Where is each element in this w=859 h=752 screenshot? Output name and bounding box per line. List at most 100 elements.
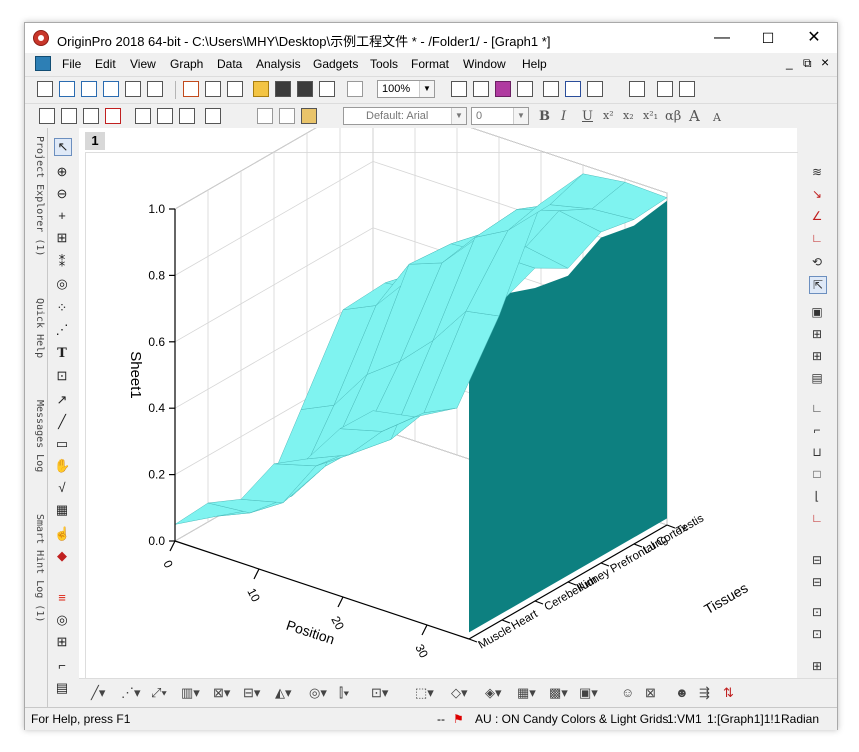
layer-icon[interactable]: ⊡ [54,368,70,384]
quick-help-tab[interactable]: Quick Help [27,298,45,358]
decrease-font-button[interactable]: A [713,111,721,124]
menu-data[interactable]: Data [217,57,242,71]
import-icon[interactable] [319,81,335,97]
copy-icon[interactable] [279,108,295,124]
pointer-icon[interactable]: ↖ [54,138,72,156]
line-plot-icon[interactable]: ╱▾ [91,685,105,701]
contour-icon[interactable]: ▦▾ [517,685,536,701]
add-column-icon[interactable] [39,108,55,124]
save-project-icon[interactable] [275,81,291,97]
hand-icon[interactable]: ✋ [54,458,70,474]
graph-window[interactable]: 1 0.0 0.2 0.4 0.6 0.8 1.0 Sheet1 0 10 20 30 Positio… [79,128,798,679]
messages-log-tab[interactable]: Messages Log [27,400,45,472]
merge-graphs-icon[interactable]: ⊞ [809,326,825,342]
new-layout-icon[interactable] [183,81,199,97]
smiley-icon[interactable]: ☺ [621,685,634,700]
mdi-minimize-button[interactable]: _ [786,56,793,70]
image-plot-icon[interactable]: ▣▾ [579,685,598,701]
line-symbol-plot-icon[interactable]: ⤢▾ [151,685,167,701]
frame-red-icon[interactable]: ∟ [809,510,825,526]
image-profile-icon[interactable]: ⊠ [645,685,656,701]
increase-font-button[interactable]: A [689,107,700,125]
area-plot-icon[interactable]: ◭▾ [275,685,292,701]
template-plot-icon[interactable]: ⊡▾ [371,685,388,701]
subscript-button[interactable]: x₂ [623,109,634,122]
copy-page-icon[interactable] [473,81,489,97]
circle-tool-icon[interactable]: ◎ [54,612,70,628]
menu-analysis[interactable]: Analysis [256,57,301,71]
clear-worksheet-icon[interactable] [105,108,121,124]
bracket-tool-icon[interactable]: ⌐ [54,658,70,674]
new-matrix-icon[interactable] [103,81,119,97]
mdi-restore-button[interactable]: ⧉ [803,56,812,71]
column-plot-icon[interactable]: ▥▾ [181,685,200,701]
transpose-icon[interactable] [205,108,221,124]
frame-ticks-icon[interactable]: ⌊ [809,488,825,504]
frame-top-icon[interactable]: ⌐ [809,422,825,438]
project-explorer-tab[interactable]: Project Explorer (1) [27,136,45,256]
data-selector-icon[interactable]: ⁑ [54,254,70,270]
mask-face-icon[interactable]: ☻ [675,685,689,700]
arrow-tool-icon[interactable]: ↗ [54,392,70,408]
table-tool-icon[interactable]: ▤ [54,680,70,696]
distribute-icon[interactable]: ⊡ [809,604,825,620]
line-tool-icon[interactable]: ╱ [54,414,70,430]
chevron-down-icon[interactable]: ▼ [451,108,466,124]
color-scale-icon[interactable]: ◆ [54,548,70,564]
refresh-icon[interactable] [495,81,511,97]
angle-unit-status[interactable]: Radian [781,712,819,726]
rotate-icon[interactable]: ◎ [54,276,70,292]
align-center-icon[interactable]: ⊟ [809,574,825,590]
data-reader-icon[interactable]: ⊞ [54,230,70,246]
chevron-down-icon[interactable]: ▼ [513,108,528,124]
open-icon[interactable] [227,81,243,97]
stack-icon[interactable]: ≋ [809,164,825,180]
menu-window[interactable]: Window [463,57,506,71]
surface-plot[interactable]: 0.00.20.40.60.81.0Sheet10102030Position M… [79,128,797,678]
data-arrow-icon[interactable]: ⇶ [699,685,710,701]
flag-icon[interactable]: ⚑ [453,712,464,726]
column-values-icon[interactable] [83,108,99,124]
unstack-columns-icon[interactable] [157,108,173,124]
font-select[interactable]: Default: Arial ▼ [343,107,467,125]
menu-help[interactable]: Help [522,57,547,71]
open-folder-icon[interactable] [253,81,269,97]
region-icon[interactable]: ⁘ [54,300,70,316]
rectangle-tool-icon[interactable]: ▭ [54,436,70,452]
new-excel-icon[interactable] [81,81,97,97]
title-bar[interactable]: OriginPro 2018 64-bit - C:\Users\MHY\Des… [25,23,837,53]
recalculate-icon[interactable] [347,81,363,97]
box-plot-icon[interactable]: ⊟▾ [243,685,260,701]
project-tree-icon[interactable] [629,81,645,97]
scatter-plot-icon[interactable]: ⋰▾ [121,685,141,701]
frame-bottom-left-icon[interactable]: ∟ [809,400,825,416]
text-tool-icon[interactable]: T [54,346,70,362]
menu-edit[interactable]: Edit [95,57,116,71]
minimize-button[interactable]: — [699,23,745,53]
new-graph-icon[interactable] [125,81,141,97]
frame-open-icon[interactable]: ⊔ [809,444,825,460]
align-left-icon[interactable]: ⊟ [809,552,825,568]
arrange-layers-icon[interactable]: ⊞ [809,348,825,364]
3d-wire-icon[interactable]: ◈▾ [485,685,502,701]
3d-surface-icon[interactable]: ◇▾ [451,685,468,701]
sort-icon[interactable] [179,108,195,124]
polar-plot-icon[interactable]: ◎▾ [309,685,327,701]
color-palette-icon[interactable]: ≡ [54,590,70,606]
command-window-icon[interactable] [587,81,603,97]
mask-icon[interactable]: ⋰ [54,322,70,338]
statistics-plot-icon[interactable]: ⊠▾ [213,685,230,701]
stock-plot-icon[interactable]: ⫿▾ [339,685,350,701]
3d-bar-icon[interactable]: ⬚▾ [415,685,434,701]
group-icon[interactable]: ⊞ [809,658,825,674]
formula-icon[interactable]: √ [54,480,70,496]
column-tool-icon[interactable]: ⊞ [54,634,70,650]
new-workbook-icon[interactable] [59,81,75,97]
save-template-icon[interactable] [297,81,313,97]
code-builder-icon[interactable] [543,81,559,97]
insert-graph-icon[interactable]: ▦ [54,502,70,518]
italic-button[interactable]: I [561,109,566,124]
paste-icon[interactable] [301,108,317,124]
smart-hint-log-tab[interactable]: Smart Hint Log (1) [27,514,45,622]
heatmap-icon[interactable]: ▩▾ [549,685,568,701]
